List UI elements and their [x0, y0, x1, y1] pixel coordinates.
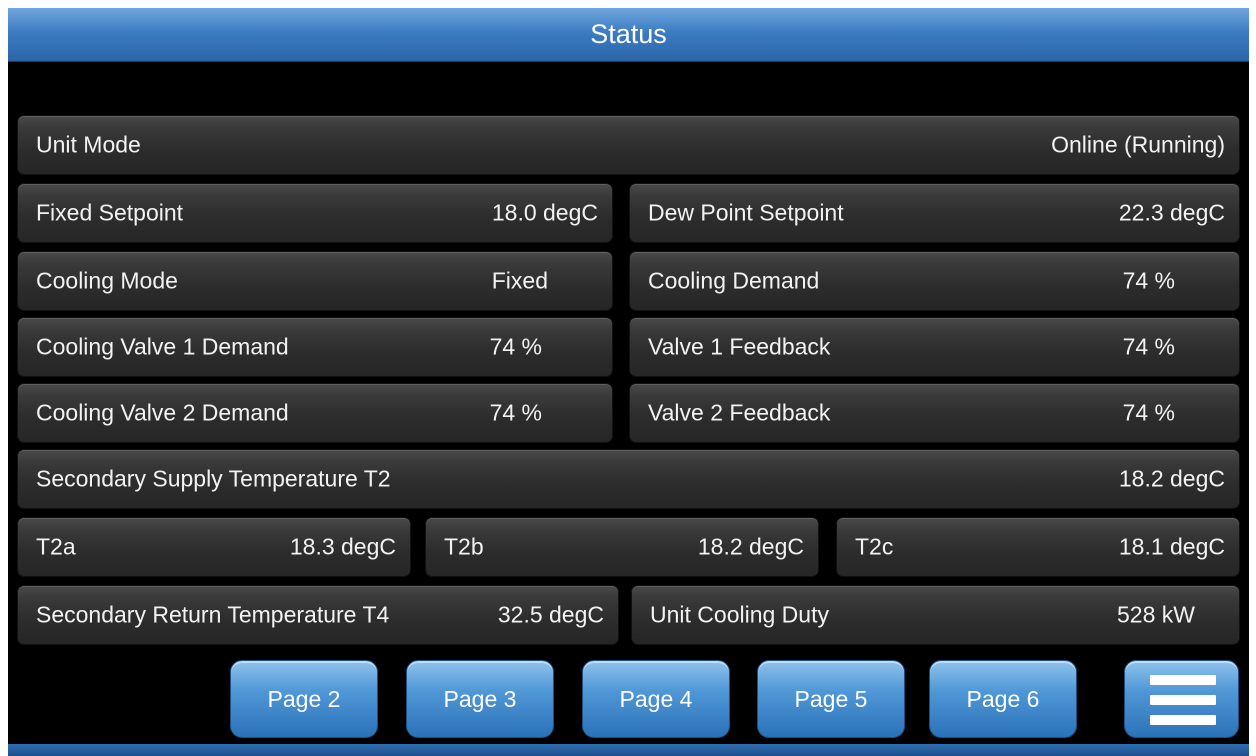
page-2-button-label: Page 2 — [267, 685, 341, 712]
t2c-panel: T2c 18.1 degC — [837, 518, 1239, 576]
page-5-button[interactable]: Page 5 — [757, 660, 905, 738]
t2b-value: 18.2 degC — [697, 533, 804, 560]
secondary-supply-temperature-value: 18.2 degC — [1118, 465, 1225, 492]
unit-mode-value: Online (Running) — [1051, 131, 1225, 158]
t2a-value: 18.3 degC — [289, 533, 396, 560]
valve-1-feedback-panel: Valve 1 Feedback 74 % — [630, 318, 1239, 376]
t2a-label: T2a — [36, 533, 76, 560]
cooling-valve-1-demand-panel: Cooling Valve 1 Demand 74 % — [18, 318, 612, 376]
page-4-button[interactable]: Page 4 — [582, 660, 730, 738]
dew-point-setpoint-panel: Dew Point Setpoint 22.3 degC — [630, 184, 1239, 242]
page-3-button-label: Page 3 — [443, 685, 517, 712]
t2a-panel: T2a 18.3 degC — [18, 518, 410, 576]
title-bar: Status — [8, 8, 1249, 62]
t2b-label: T2b — [444, 533, 484, 560]
t2b-panel: T2b 18.2 degC — [426, 518, 818, 576]
hmi-screen: Status Unit Mode Online (Running) Fixed … — [8, 8, 1249, 756]
cooling-valve-2-demand-label: Cooling Valve 2 Demand — [36, 399, 289, 426]
cooling-valve-1-demand-label: Cooling Valve 1 Demand — [36, 333, 289, 360]
valve-1-feedback-label: Valve 1 Feedback — [648, 333, 831, 360]
cooling-valve-2-demand-value: 74 % — [489, 399, 542, 426]
valve-2-feedback-label: Valve 2 Feedback — [648, 399, 831, 426]
cooling-mode-panel: Cooling Mode Fixed — [18, 252, 612, 310]
unit-cooling-duty-value: 528 kW — [1117, 601, 1195, 628]
secondary-return-temperature-label: Secondary Return Temperature T4 — [36, 601, 390, 628]
secondary-return-temperature-value: 32.5 degC — [497, 601, 604, 628]
page-title: Status — [590, 19, 667, 49]
page-4-button-label: Page 4 — [619, 685, 693, 712]
cooling-demand-value: 74 % — [1122, 267, 1175, 294]
fixed-setpoint-label: Fixed Setpoint — [36, 199, 184, 226]
secondary-supply-temperature-panel: Secondary Supply Temperature T2 18.2 deg… — [18, 450, 1239, 508]
cooling-demand-label: Cooling Demand — [648, 267, 820, 294]
page-6-button-label: Page 6 — [966, 685, 1040, 712]
dew-point-setpoint-label: Dew Point Setpoint — [648, 199, 844, 226]
navigation-bar: Page 2 Page 3 Page 4 Page 5 Page 6 — [8, 648, 1249, 756]
menu-button[interactable] — [1124, 660, 1239, 738]
fixed-setpoint-value: 18.0 degC — [491, 199, 598, 226]
page-6-button[interactable]: Page 6 — [929, 660, 1077, 738]
t2c-value: 18.1 degC — [1118, 533, 1225, 560]
cooling-demand-panel: Cooling Demand 74 % — [630, 252, 1239, 310]
cooling-mode-label: Cooling Mode — [36, 267, 178, 294]
valve-2-feedback-panel: Valve 2 Feedback 74 % — [630, 384, 1239, 442]
unit-cooling-duty-panel: Unit Cooling Duty 528 kW — [632, 586, 1239, 644]
unit-mode-panel: Unit Mode Online (Running) — [18, 116, 1239, 174]
valve-2-feedback-value: 74 % — [1122, 399, 1175, 426]
cooling-mode-value: Fixed — [491, 267, 548, 294]
secondary-supply-temperature-label: Secondary Supply Temperature T2 — [36, 465, 391, 492]
unit-cooling-duty-label: Unit Cooling Duty — [650, 601, 829, 628]
cooling-valve-1-demand-value: 74 % — [489, 333, 542, 360]
bottom-strip — [8, 744, 1249, 756]
t2c-label: T2c — [855, 533, 894, 560]
cooling-valve-2-demand-panel: Cooling Valve 2 Demand 74 % — [18, 384, 612, 442]
valve-1-feedback-value: 74 % — [1122, 333, 1175, 360]
page-5-button-label: Page 5 — [794, 685, 868, 712]
unit-mode-label: Unit Mode — [36, 131, 141, 158]
secondary-return-temperature-panel: Secondary Return Temperature T4 32.5 deg… — [18, 586, 618, 644]
page-2-button[interactable]: Page 2 — [230, 660, 378, 738]
dew-point-setpoint-value: 22.3 degC — [1118, 199, 1225, 226]
page-3-button[interactable]: Page 3 — [406, 660, 554, 738]
fixed-setpoint-panel: Fixed Setpoint 18.0 degC — [18, 184, 612, 242]
